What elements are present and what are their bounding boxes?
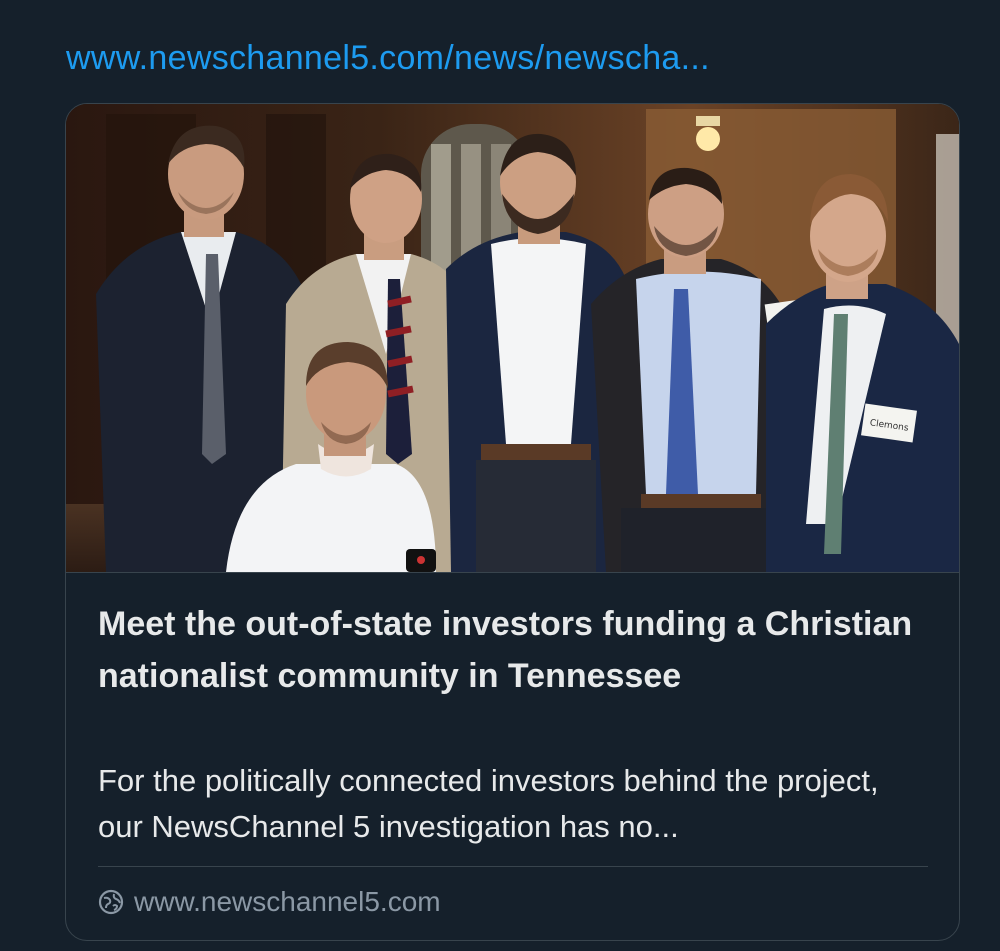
source-domain: www.newschannel5.com: [134, 886, 441, 917]
article-description: For the politically connected investors …: [98, 763, 879, 844]
link-preview-card[interactable]: Clemons Meet the out-of-state investors …: [65, 103, 960, 941]
article-title[interactable]: Meet the out-of-state investors funding …: [98, 598, 928, 702]
photo-divider: [66, 572, 959, 573]
article-url-link[interactable]: www.newschannel5.com/news/newscha...: [66, 36, 946, 80]
article-photo[interactable]: Clemons: [66, 104, 959, 572]
photo-illustration: Clemons: [66, 104, 959, 572]
card-footer: www.newschannel5.com: [98, 882, 441, 922]
link-globe-icon: [98, 889, 124, 915]
footer-divider: [98, 866, 928, 867]
